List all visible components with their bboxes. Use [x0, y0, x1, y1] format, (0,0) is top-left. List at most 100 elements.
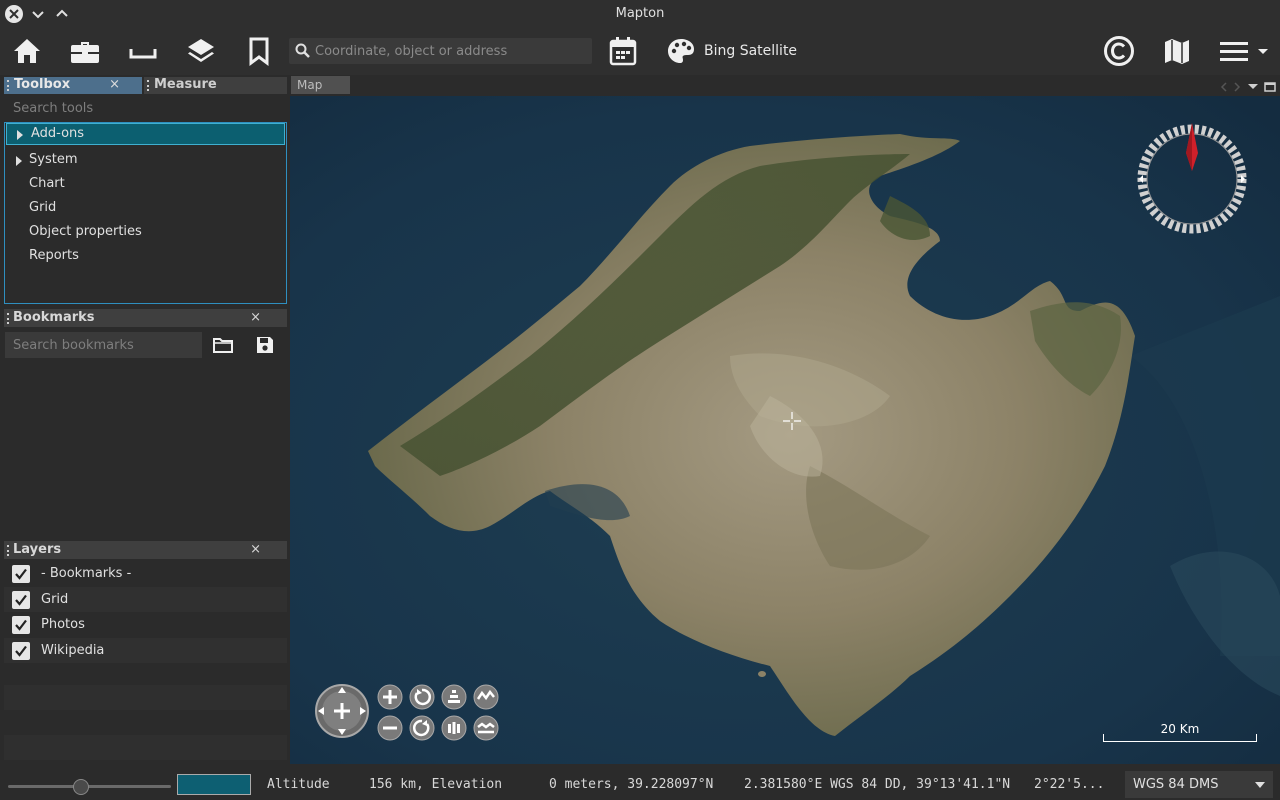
map-view[interactable]: 20 Km — [290, 96, 1280, 764]
tree-item-object-properties[interactable]: Object properties — [5, 220, 286, 244]
opacity-slider-handle[interactable] — [73, 779, 90, 795]
tab-toolbox[interactable]: Toolbox × — [4, 77, 142, 94]
tilt-reset-icon — [441, 715, 467, 741]
drag-grip[interactable] — [147, 80, 149, 91]
terrain-up-button[interactable] — [473, 684, 499, 710]
crs-dropdown[interactable]: WGS 84 DMS — [1125, 771, 1273, 798]
tab-toolbox-label: Toolbox — [14, 77, 71, 92]
layers-title: Layers — [13, 542, 62, 557]
crs-selected: WGS 84 DMS — [1133, 777, 1219, 792]
toolbox-icon[interactable] — [69, 35, 101, 67]
palette-icon — [668, 39, 694, 63]
tree-item-add-ons[interactable]: Add-ons — [6, 123, 285, 145]
search-tools-input[interactable] — [4, 98, 287, 120]
coordinate-value: 2.381580°E WGS 84 DD, 39°13'41.1"N — [744, 777, 1011, 792]
home-icon[interactable] — [11, 35, 43, 67]
title-bar: Mapton — [0, 0, 1280, 28]
tree-item-reports[interactable]: Reports — [5, 244, 286, 268]
elevation-value: 0 meters, 39.228097°N — [549, 777, 714, 792]
rotate-right-button[interactable] — [409, 715, 435, 741]
layer-checkbox[interactable] — [12, 641, 30, 660]
left-panel-tabs: Toolbox × Measure — [4, 77, 287, 94]
status-bar: Altitude 156 km, Elevation 0 meters, 39.… — [0, 766, 1280, 800]
ruler-icon[interactable] — [127, 35, 159, 67]
save-bookmark-button[interactable] — [253, 333, 277, 357]
close-bookmarks-icon[interactable]: × — [250, 309, 261, 327]
maximize-map-icon[interactable] — [1264, 78, 1276, 92]
calendar-icon[interactable] — [607, 35, 639, 67]
tree-item-label: Object properties — [29, 224, 142, 239]
layer-checkbox[interactable] — [12, 615, 30, 634]
close-layers-icon[interactable]: × — [250, 541, 261, 559]
color-swatch[interactable] — [177, 774, 251, 795]
layers-header[interactable]: Layers × — [4, 541, 287, 559]
copyright-icon[interactable] — [1103, 35, 1135, 67]
bookmarks-panel — [4, 328, 287, 536]
pan-control[interactable] — [315, 684, 369, 738]
close-toolbox-tab-icon[interactable]: × — [109, 77, 120, 92]
satellite-imagery — [290, 96, 1280, 764]
tab-measure[interactable]: Measure — [144, 77, 287, 94]
empty-row — [4, 735, 287, 760]
bookmark-icon[interactable] — [243, 35, 275, 67]
bookmarks-header[interactable]: Bookmarks × — [4, 309, 287, 327]
tree-item-chart[interactable]: Chart — [5, 172, 286, 196]
altitude-value: 156 km, Elevation — [369, 777, 503, 792]
layer-row[interactable]: Photos — [4, 612, 287, 637]
coordinate-search-input[interactable] — [315, 38, 585, 64]
layer-row[interactable]: Grid — [4, 587, 287, 612]
rotate-left-button[interactable] — [409, 684, 435, 710]
rotate-ccw-icon — [409, 684, 435, 710]
coordinate-search[interactable] — [289, 38, 592, 64]
drag-grip[interactable] — [7, 80, 9, 91]
layer-row[interactable]: - Bookmarks - — [4, 561, 287, 586]
layer-checkbox[interactable] — [12, 590, 30, 609]
scale-line — [1103, 734, 1257, 742]
layers-panel: - Bookmarks - Grid Photos Wikipedia — [4, 560, 287, 763]
zoom-in-button[interactable] — [377, 684, 403, 710]
layer-label: Wikipedia — [41, 643, 105, 658]
terrain-flat-icon — [473, 715, 499, 741]
altitude-label: Altitude — [267, 777, 330, 792]
map-icon[interactable] — [1161, 35, 1193, 67]
expand-arrow-icon[interactable] — [17, 130, 23, 140]
scroll-left-icon[interactable] — [1218, 78, 1230, 92]
coordinate-dms-truncated: 2°22'5... — [1034, 777, 1105, 792]
tree-item-system[interactable]: System — [5, 148, 286, 172]
rotate-cw-icon — [409, 715, 435, 741]
open-folder-button[interactable] — [211, 333, 235, 357]
tree-item-label: Reports — [29, 248, 79, 263]
toolbox-tree: Add-ons System Chart Grid Object propert… — [4, 122, 287, 304]
layer-label: Grid — [41, 592, 69, 607]
compass-icon[interactable] — [1136, 121, 1248, 237]
layer-checkbox[interactable] — [12, 564, 30, 583]
tab-map[interactable]: Map — [291, 76, 350, 94]
tab-list-icon[interactable] — [1247, 78, 1259, 90]
layer-label: - Bookmarks - — [41, 566, 132, 581]
tree-item-label: Chart — [29, 176, 65, 191]
terrain-icon — [473, 684, 499, 710]
drag-grip[interactable] — [7, 313, 9, 324]
menu-icon[interactable] — [1218, 35, 1272, 67]
toolbox-panel: Add-ons System Chart Grid Object propert… — [4, 96, 287, 304]
tilt-up-button[interactable] — [441, 684, 467, 710]
opacity-slider-track[interactable] — [8, 785, 171, 788]
layer-label: Photos — [41, 617, 85, 632]
tree-item-grid[interactable]: Grid — [5, 196, 286, 220]
scroll-right-icon[interactable] — [1231, 78, 1243, 92]
tab-measure-label: Measure — [154, 77, 217, 92]
scale-bar: 20 Km — [1103, 722, 1257, 744]
search-bookmarks-input[interactable] — [5, 332, 202, 358]
layer-row[interactable]: Wikipedia — [4, 638, 287, 663]
terrain-down-button[interactable] — [473, 715, 499, 741]
bookmarks-title: Bookmarks — [13, 310, 95, 325]
plus-icon — [377, 684, 403, 710]
drag-grip[interactable] — [7, 545, 9, 556]
folder-icon — [213, 338, 233, 353]
expand-arrow-icon[interactable] — [16, 156, 22, 166]
tilt-down-button[interactable] — [441, 715, 467, 741]
layers-icon[interactable] — [185, 35, 217, 67]
save-icon — [257, 337, 273, 353]
basemap-selector[interactable]: Bing Satellite — [666, 36, 797, 66]
zoom-out-button[interactable] — [377, 715, 403, 741]
